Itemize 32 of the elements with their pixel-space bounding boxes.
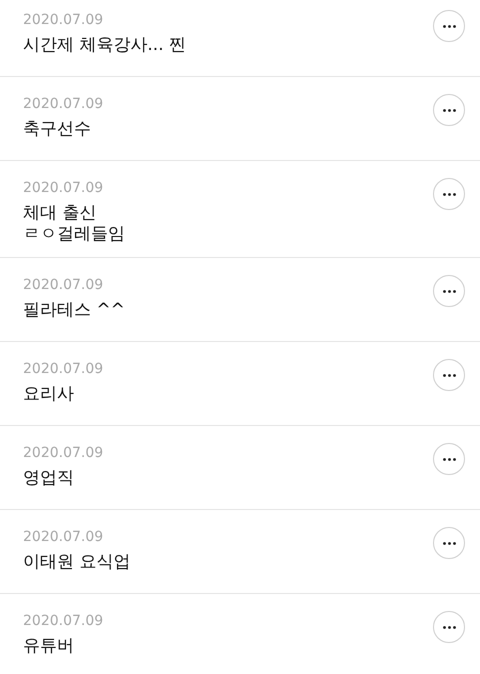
more-button[interactable]	[433, 94, 465, 126]
post-date: 2020.07.09	[23, 11, 104, 30]
post-text: 영업직	[23, 468, 75, 489]
post-text: 이태원 요식업	[23, 552, 130, 573]
more-button[interactable]	[433, 275, 465, 307]
post-date: 2020.07.09	[23, 179, 104, 198]
post-text: 필라테스 ^^	[23, 300, 125, 321]
more-button[interactable]	[433, 527, 465, 559]
more-icon	[442, 192, 456, 196]
more-button[interactable]	[433, 611, 465, 643]
more-icon	[442, 290, 456, 292]
post-date: 2020.07.09	[23, 276, 104, 295]
post-date: 2020.07.09	[23, 95, 104, 114]
post-text: 요리사	[23, 384, 75, 405]
more-button[interactable]	[433, 178, 465, 210]
post-date: 2020.07.09	[23, 444, 104, 463]
more-button[interactable]	[433, 359, 465, 391]
more-icon	[442, 24, 456, 28]
more-icon	[442, 626, 456, 628]
post-date: 2020.07.09	[23, 612, 104, 631]
post-text: 유튜버	[23, 636, 75, 657]
more-icon	[442, 542, 456, 544]
post-text: 축구선수	[23, 119, 92, 140]
more-icon	[442, 108, 456, 112]
more-icon	[442, 374, 456, 376]
more-button[interactable]	[433, 443, 465, 475]
more-icon	[442, 458, 456, 460]
post-date: 2020.07.09	[23, 528, 104, 547]
post-date: 2020.07.09	[23, 360, 104, 379]
post-text: 체대 출신 ㄹㅇ걸레들임	[23, 203, 125, 245]
more-button[interactable]	[433, 10, 465, 42]
post-text: 시간제 체육강사... 찐	[23, 35, 186, 56]
